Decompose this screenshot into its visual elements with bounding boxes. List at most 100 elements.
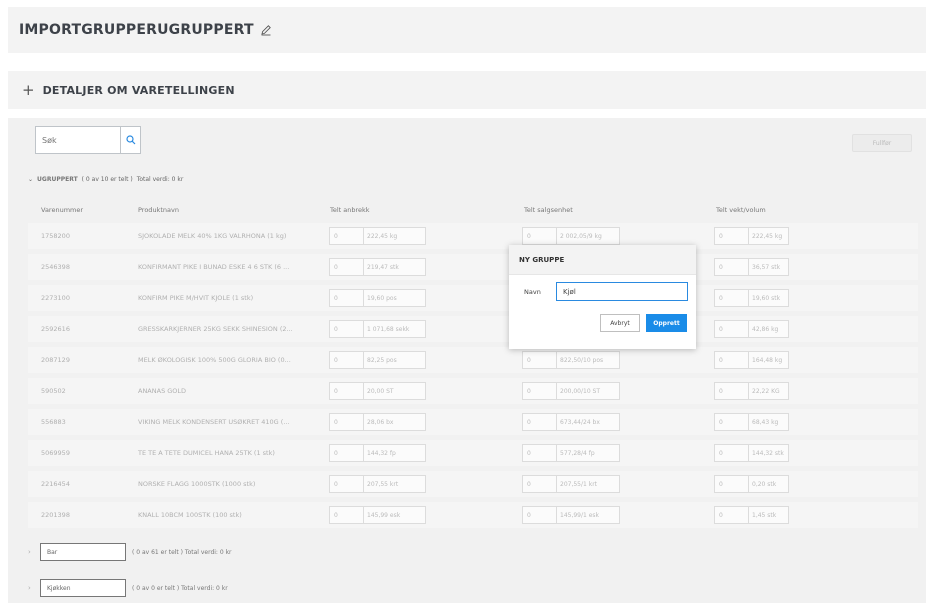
count-vekt-unit: 222,45 kg	[749, 227, 789, 245]
count-anbrekk-unit: 144,32 fp	[364, 444, 426, 462]
count-vekt-unit: 144,32 stk	[749, 444, 789, 462]
count-vekt-cell: 0 164,48 kg	[714, 351, 789, 369]
count-vekt-cell: 0 22,22 KG	[714, 382, 789, 400]
item-number: 2216454	[41, 480, 70, 488]
folder-row-kjokken[interactable]: › Kjøkken ( 0 av 0 er telt ) Total verdi…	[28, 579, 228, 597]
count-salgsenhet-input[interactable]: 0	[522, 351, 557, 369]
finish-button[interactable]: Fullfør	[852, 134, 912, 152]
folder-name[interactable]: Kjøkken	[40, 579, 126, 597]
folder-name[interactable]: Bar	[40, 543, 126, 561]
group-name-input[interactable]: Kjøl	[556, 282, 688, 301]
table-row: 2273100 KONFIRM PIKE M/HVIT KJOLE (1 stk)…	[28, 285, 918, 311]
count-anbrekk-cell: 0 144,32 fp	[329, 444, 426, 462]
item-number: 2592616	[41, 325, 70, 333]
count-vekt-input[interactable]: 0	[714, 444, 749, 462]
inventory-panel: Fullfør ⌄ UGRUPPERT ( 0 av 10 er telt ) …	[8, 118, 926, 603]
count-salgsenhet-cell: 02 002,05/9 kg	[522, 227, 620, 245]
col-header-telt-salgsenhet: Telt salgsenhet	[524, 206, 573, 214]
edit-pencil-icon[interactable]	[260, 24, 272, 36]
item-number: 5069959	[41, 449, 70, 457]
count-vekt-input[interactable]: 0	[714, 351, 749, 369]
count-salgsenhet-unit: 577,28/4 fp	[557, 444, 620, 462]
folder-meta: ( 0 av 61 er telt ) Total verdi: 0 kr	[132, 548, 232, 556]
product-name: SJOKOLADE MELK 40% 1KG VALRHONA (1 kg)	[138, 232, 287, 240]
dialog-title: NY GRUPPE	[509, 245, 696, 275]
count-vekt-cell: 0 68,43 kg	[714, 413, 789, 431]
cancel-button[interactable]: Avbryt	[600, 314, 640, 332]
count-vekt-unit: 36,57 stk	[749, 258, 789, 276]
count-anbrekk-input[interactable]: 0	[329, 444, 364, 462]
new-group-dialog: NY GRUPPE Navn Kjøl Avbryt Opprett	[509, 245, 696, 349]
count-anbrekk-cell: 0 145,99 esk	[329, 506, 426, 524]
count-anbrekk-input[interactable]: 0	[329, 413, 364, 431]
count-salgsenhet-cell: 0 577,28/4 fp	[522, 444, 620, 462]
count-vekt-cell: 0 1,45 stk	[714, 506, 789, 524]
count-anbrekk-cell: 0 222,45 kg	[329, 227, 426, 245]
count-vekt-input[interactable]: 0	[714, 506, 749, 524]
count-anbrekk-input[interactable]: 0	[329, 382, 364, 400]
count-anbrekk-unit: 222,45 kg	[364, 227, 426, 245]
count-salgsenhet-input[interactable]: 0	[522, 413, 557, 431]
count-salgsenhet-input[interactable]: 0	[522, 227, 557, 245]
count-anbrekk-cell: 0 207,55 krt	[329, 475, 426, 493]
count-vekt-input[interactable]: 0	[714, 289, 749, 307]
count-anbrekk-unit: 19,60 pos	[364, 289, 426, 307]
count-vekt-unit: 68,43 kg	[749, 413, 789, 431]
count-vekt-input[interactable]: 0	[714, 227, 749, 245]
count-vekt-unit: 1,45 stk	[749, 506, 789, 524]
col-header-telt-vekt-volum: Telt vekt/volum	[716, 206, 766, 214]
product-name: ANANAS GOLD	[138, 387, 187, 395]
chevron-right-icon: ›	[28, 584, 31, 592]
count-anbrekk-cell: 0 19,60 pos	[329, 289, 426, 307]
count-salgsenhet-input[interactable]: 0	[522, 475, 557, 493]
count-anbrekk-unit: 207,55 krt	[364, 475, 426, 493]
product-name: TE TE A TETE DUMICEL HANA 25TK (1 stk)	[138, 449, 275, 457]
count-vekt-input[interactable]: 0	[714, 320, 749, 338]
count-vekt-input[interactable]: 0	[714, 413, 749, 431]
folder-row-bar[interactable]: › Bar ( 0 av 61 er telt ) Total verdi: 0…	[28, 543, 232, 561]
count-anbrekk-input[interactable]: 0	[329, 227, 364, 245]
count-vekt-unit: 42,86 kg	[749, 320, 789, 338]
group-header-ungrouped[interactable]: ⌄ UGRUPPERT ( 0 av 10 er telt ) Total ve…	[28, 176, 183, 183]
count-anbrekk-input[interactable]: 0	[329, 506, 364, 524]
count-vekt-input[interactable]: 0	[714, 382, 749, 400]
count-anbrekk-cell: 0 20,00 ST	[329, 382, 426, 400]
count-salgsenhet-unit: 145,99/1 esk	[557, 506, 620, 524]
count-salgsenhet-unit: 2 002,05/9 kg	[557, 227, 620, 245]
group-count: ( 0 av 10 er telt )	[81, 176, 133, 183]
search-button[interactable]	[121, 126, 141, 154]
count-anbrekk-input[interactable]: 0	[329, 475, 364, 493]
count-vekt-cell: 0 0,20 stk	[714, 475, 789, 493]
count-vekt-input[interactable]: 0	[714, 258, 749, 276]
folder-meta: ( 0 av 0 er telt ) Total verdi: 0 kr	[132, 584, 228, 592]
product-name: NORSKE FLAGG 1000STK (1000 stk)	[138, 480, 256, 488]
count-anbrekk-input[interactable]: 0	[329, 351, 364, 369]
count-anbrekk-input[interactable]: 0	[329, 289, 364, 307]
details-toggle[interactable]: + DETALJER OM VARETELLINGEN	[8, 71, 926, 109]
count-salgsenhet-input[interactable]: 0	[522, 444, 557, 462]
search-bar	[35, 126, 141, 154]
count-anbrekk-unit: 82,25 pos	[364, 351, 426, 369]
count-vekt-unit: 22,22 KG	[749, 382, 789, 400]
item-number: 2201398	[41, 511, 70, 519]
title-bar: IMPORTGRUPPERUGRUPPERT	[8, 7, 926, 53]
count-anbrekk-input[interactable]: 0	[329, 320, 364, 338]
count-vekt-input[interactable]: 0	[714, 475, 749, 493]
table-row: 590502 ANANAS GOLD 0 20,00 ST 0 200,00/10 ST 0…	[28, 378, 918, 404]
product-name: KONFIRM PIKE M/HVIT KJOLE (1 stk)	[138, 294, 254, 302]
count-anbrekk-unit: 219,47 stk	[364, 258, 426, 276]
table-row: 556883 VIKING MELK KONDENSERT USØKRET 410…	[28, 409, 918, 435]
search-input[interactable]	[35, 126, 121, 154]
count-salgsenhet-input[interactable]: 0	[522, 382, 557, 400]
count-vekt-cell: 0 19,60 stk	[714, 289, 789, 307]
count-vekt-cell: 0 222,45 kg	[714, 227, 789, 245]
search-icon	[125, 135, 135, 145]
count-salgsenhet-unit: 200,00/10 ST	[557, 382, 620, 400]
count-salgsenhet-input[interactable]: 0	[522, 506, 557, 524]
create-button[interactable]: Opprett	[646, 314, 687, 332]
count-anbrekk-cell: 0 219,47 stk	[329, 258, 426, 276]
page-title: IMPORTGRUPPERUGRUPPERT	[19, 22, 254, 38]
count-anbrekk-input[interactable]: 0	[329, 258, 364, 276]
count-vekt-cell: 0 144,32 stk	[714, 444, 789, 462]
product-name: VIKING MELK KONDENSERT USØKRET 410G (...	[138, 418, 290, 426]
